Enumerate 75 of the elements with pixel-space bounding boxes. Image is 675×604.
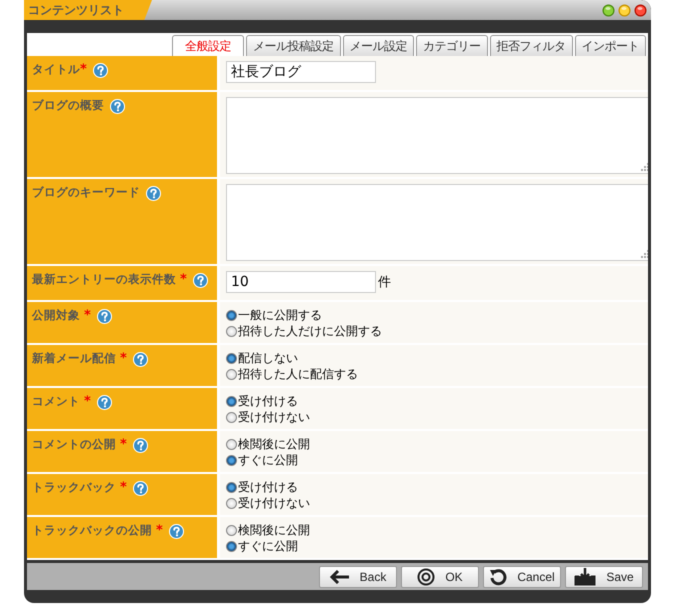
radio-button[interactable] [226,412,237,422]
radio-button[interactable] [226,368,237,380]
radio-button[interactable] [226,352,237,364]
tab[interactable]: 全般設定 [172,35,244,56]
download-tray-icon [574,568,596,586]
field-label: 公開対象 [32,308,80,323]
field-label: ブログのキーワード [32,185,140,200]
text-field[interactable]: 社長ブログ [226,61,376,83]
option-label: 招待した人に配信する [238,366,358,382]
field-label: トラックバック [32,480,116,495]
field-label: コメント [32,394,80,409]
ok-button[interactable]: OK [401,566,479,588]
radio-button[interactable] [226,482,237,492]
cancel-button[interactable]: Cancel [483,566,561,588]
radio-button[interactable] [226,524,237,536]
option-label: 配信しない [238,350,298,366]
radio-button[interactable] [226,326,237,336]
radio-button[interactable] [226,498,237,508]
help-icon[interactable] [96,309,112,324]
required-mark: * [120,480,127,495]
target-icon [417,568,436,586]
required-mark: * [80,62,87,77]
window-control-icon[interactable] [618,4,631,16]
tab[interactable]: メール設定 [342,35,414,56]
help-icon[interactable] [132,481,148,496]
help-icon[interactable] [92,63,108,78]
option-label: 受け付けない [238,409,310,425]
required-mark: * [84,308,91,323]
resize-grip-icon[interactable] [641,163,648,171]
option-label: すぐに公開 [238,538,298,554]
required-mark: * [180,272,187,287]
help-icon[interactable] [110,99,125,114]
option-label: 一般に公開する [238,307,322,323]
radio-button[interactable] [226,438,237,450]
window-title: コンテンツリスト [28,2,124,18]
radio-button[interactable] [226,540,237,552]
required-mark: * [120,437,127,452]
arrow-left-icon [330,570,350,584]
back-button[interactable]: Back [319,566,397,588]
option-label: すぐに公開 [238,452,298,468]
field-label: トラックバックの公開 [32,523,152,538]
field-label: 新着メール配信 [32,351,116,366]
option-label: 受け付ける [238,479,298,495]
tab[interactable]: メール投稿設定 [246,35,340,56]
unit-label: 件 [378,274,391,291]
resize-grip-icon[interactable] [641,250,648,258]
required-mark: * [120,351,127,366]
field-label: ブログの概要 [32,98,104,113]
help-icon[interactable] [168,524,184,539]
refresh-icon [489,568,508,586]
option-label: 検閲後に公開 [238,522,310,538]
tab[interactable]: 拒否フィルタ [490,35,572,56]
help-icon[interactable] [96,395,112,410]
help-icon[interactable] [146,186,161,201]
field-label: コメントの公開 [32,437,116,452]
help-icon[interactable] [192,273,208,288]
help-icon[interactable] [132,352,148,367]
radio-button[interactable] [226,310,237,320]
option-label: 受け付ける [238,393,298,409]
radio-button[interactable] [226,454,237,466]
radio-button[interactable] [226,396,237,406]
field-label: タイトル [32,62,80,77]
tab[interactable]: インポート [574,35,646,56]
help-icon[interactable] [132,438,148,453]
required-mark: * [156,523,163,538]
field-label: 最新エントリーの表示件数 [32,272,176,287]
tab[interactable]: カテゴリー [416,35,488,56]
text-field[interactable]: 10 [226,271,376,293]
window-control-icon[interactable] [634,4,647,16]
window-control-icon[interactable] [602,4,615,16]
required-mark: * [84,394,91,409]
option-label: 招待した人だけに公開する [238,323,382,339]
save-button[interactable]: Save [565,566,643,588]
option-label: 検閲後に公開 [238,436,310,452]
option-label: 受け付けない [238,495,310,511]
